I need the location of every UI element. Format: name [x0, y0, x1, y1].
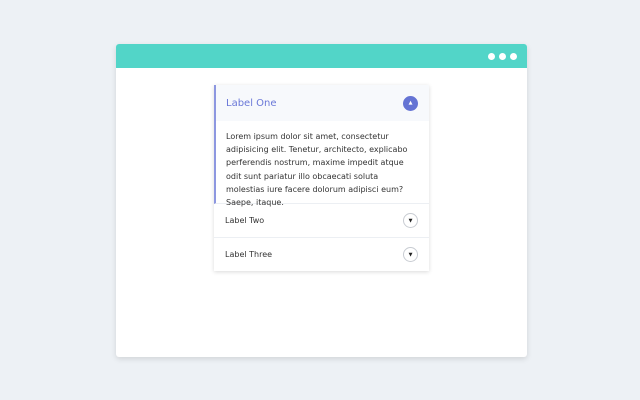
- accordion-item-one: Label One ▲ Lorem ipsum dolor sit amet, …: [214, 85, 429, 208]
- app-window: Label One ▲ Lorem ipsum dolor sit amet, …: [116, 44, 527, 357]
- accordion-content: Lorem ipsum dolor sit amet, consectetur …: [226, 132, 408, 208]
- accordion-header-three[interactable]: Label Three ▼: [214, 238, 429, 271]
- accordion-label: Label Three: [225, 250, 273, 259]
- dot: [488, 53, 495, 60]
- accordion-item-three: Label Three ▼: [214, 238, 429, 271]
- accordion-label: Label Two: [225, 216, 265, 225]
- dot: [510, 53, 517, 60]
- more-horizontal-icon[interactable]: [488, 53, 517, 60]
- chevron-down-icon[interactable]: ▼: [403, 213, 418, 228]
- dot: [499, 53, 506, 60]
- accordion: Label One ▲ Lorem ipsum dolor sit amet, …: [214, 85, 429, 271]
- chevron-up-icon[interactable]: ▲: [403, 95, 418, 111]
- accordion-label: Label One: [226, 97, 277, 109]
- chevron-down-icon[interactable]: ▼: [403, 247, 418, 262]
- window-header: [116, 44, 527, 68]
- accordion-header-one[interactable]: Label One ▲: [216, 85, 429, 121]
